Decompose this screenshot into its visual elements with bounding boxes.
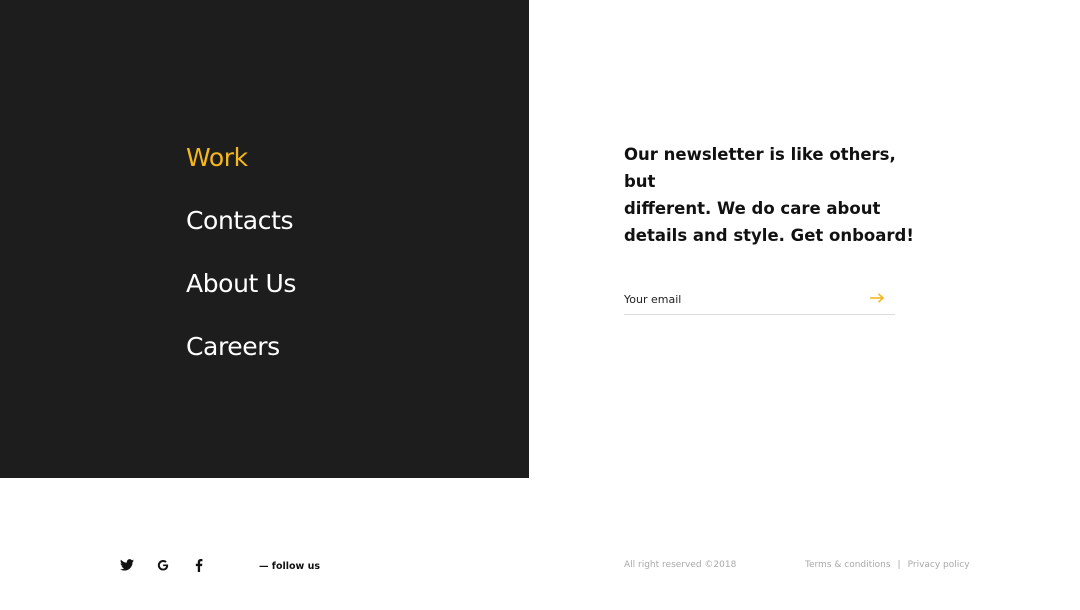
newsletter-form	[624, 286, 895, 315]
subscribe-button[interactable]	[869, 290, 885, 306]
google-icon[interactable]	[155, 557, 171, 573]
arrow-right-icon	[870, 293, 885, 303]
menu-link-contacts[interactable]: Contacts	[186, 203, 293, 239]
facebook-icon[interactable]	[191, 557, 207, 573]
legal-links: Terms & conditions | Privacy policy	[805, 560, 970, 570]
copyright-text: All right reserved ©2018	[624, 560, 737, 570]
menu-item-contacts: Contacts	[186, 203, 296, 266]
menu-item-about-us: About Us	[186, 266, 296, 329]
menu-link-careers[interactable]: Careers	[186, 329, 280, 365]
menu-link-about-us[interactable]: About Us	[186, 266, 296, 302]
legal-separator: |	[897, 560, 901, 570]
twitter-icon[interactable]	[119, 557, 135, 573]
terms-link[interactable]: Terms & conditions	[805, 560, 891, 570]
main-menu: Work Contacts About Us Careers	[186, 140, 296, 392]
email-field[interactable]	[624, 288, 854, 310]
menu-item-work: Work	[186, 140, 296, 203]
newsletter-description: Our newsletter is like others, but diffe…	[624, 145, 914, 245]
menu-panel: Work Contacts About Us Careers	[0, 0, 529, 478]
social-links	[119, 557, 227, 573]
menu-link-work[interactable]: Work	[186, 140, 248, 176]
page: Work Contacts About Us Careers Our newsl…	[0, 0, 1080, 610]
follow-us-label: — follow us	[259, 561, 321, 572]
privacy-link[interactable]: Privacy policy	[908, 560, 970, 570]
menu-item-careers: Careers	[186, 329, 296, 392]
